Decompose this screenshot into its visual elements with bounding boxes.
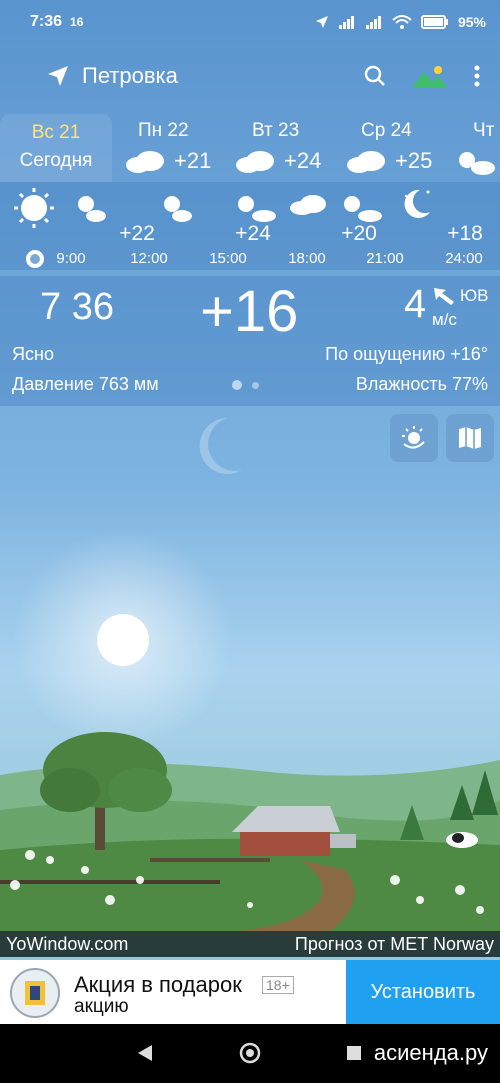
- map-button[interactable]: [446, 414, 494, 462]
- day-name: Вс 21: [31, 122, 81, 143]
- day-name: Вт 23: [252, 120, 300, 141]
- day-name: Ср 24: [361, 120, 412, 141]
- wind-speed: 4: [404, 282, 427, 326]
- credits-bar: YoWindow.com Прогноз от MET Norway: [0, 931, 500, 957]
- day-tab-wed[interactable]: Ср 24 +25: [345, 114, 445, 182]
- ad-logo-icon: [10, 968, 60, 1018]
- hourly-time: 18:00: [288, 250, 326, 267]
- wind-unit: м/с: [432, 310, 457, 329]
- cloudy-icon: [347, 151, 385, 173]
- sun-icon: [14, 188, 54, 228]
- day-tab-thu[interactable]: Чт: [455, 114, 500, 182]
- current-temperature: +16: [200, 279, 299, 344]
- moon-icon: [404, 189, 430, 218]
- humidity: Влажность 77%: [355, 374, 488, 394]
- hourly-temp: +22: [119, 222, 155, 245]
- signal-icon-2: [365, 16, 381, 29]
- back-icon[interactable]: [136, 1044, 154, 1062]
- yowindow-link[interactable]: YoWindow.com: [6, 934, 128, 955]
- wind-direction: ЮВ: [460, 286, 489, 305]
- day-temp: +24: [284, 148, 322, 173]
- page-dot-active: [232, 380, 242, 390]
- current-conditions-card[interactable]: 7 36 +16 4 ЮВ м/с Ясно По ощущению +16° …: [0, 276, 500, 406]
- location-arrow-icon: [48, 66, 68, 86]
- ad-subtitle: акцию: [74, 996, 129, 1017]
- location-arrow-icon: [315, 16, 328, 28]
- hourly-time: 12:00: [130, 250, 168, 267]
- notification-count: 16: [70, 15, 84, 29]
- home-icon[interactable]: [239, 1042, 261, 1064]
- status-time: 7:36: [30, 13, 63, 30]
- ad-age-rating: 18+: [262, 976, 294, 994]
- day-tab-mon[interactable]: Пн 22 +21: [124, 114, 224, 182]
- day-name: Пн 22: [138, 120, 189, 141]
- signal-icon: [338, 16, 354, 29]
- wind-direction-arrow-icon: [434, 288, 454, 305]
- day-tab-sun[interactable]: Вс 21 Сегодня: [0, 114, 112, 182]
- day-tab-tue[interactable]: Вт 23 +24: [234, 114, 334, 182]
- cloudy-icon: [236, 151, 274, 173]
- partly-sunny-icon: [164, 196, 192, 222]
- page-indicator: [232, 380, 259, 390]
- map-icon: [459, 427, 481, 449]
- day-name: Чт: [473, 120, 495, 141]
- hourly-time: 9:00: [56, 250, 86, 267]
- location-name: Петровка: [82, 63, 178, 88]
- partly-sunny-icon: [344, 196, 382, 222]
- battery-level: 95%: [457, 14, 486, 30]
- sun-moon-button[interactable]: [390, 414, 438, 462]
- partly-cloudy-icon: [459, 152, 495, 175]
- wifi-icon: [392, 15, 412, 29]
- install-button[interactable]: Установить: [346, 960, 500, 1024]
- hourly-time: 21:00: [366, 250, 404, 267]
- day-sub: Сегодня: [19, 150, 93, 171]
- page-dot: [252, 381, 259, 389]
- day-temp: +25: [395, 148, 433, 173]
- condition-text: Ясно: [12, 344, 54, 364]
- more-vert-icon[interactable]: [474, 65, 480, 87]
- cloudy-icon: [126, 151, 164, 173]
- app-bar: Петровка: [0, 52, 500, 100]
- cloudy-icon: [290, 195, 326, 215]
- hourly-forecast: +22 +24 +20 +18 9:00 12:00 15:00 18:00 2…: [0, 182, 500, 270]
- ad-banner[interactable]: Акция в подарок 18+ акцию Установить: [0, 960, 500, 1024]
- hourly-time: 15:00: [209, 250, 247, 267]
- system-nav-bar: асиенда.ру: [0, 1024, 500, 1083]
- ad-title: Акция в подарок: [74, 972, 242, 997]
- hourly-temp: +24: [235, 222, 271, 245]
- daily-forecast: Вс 21 Сегодня Пн 22 +21 Вт 23 +24 Ср 24 …: [0, 114, 500, 182]
- battery-icon: [420, 15, 448, 29]
- partly-sunny-icon: [238, 196, 276, 222]
- search-icon[interactable]: [364, 65, 386, 87]
- status-bar: 7:36 16 95%: [0, 0, 500, 44]
- day-temp: +21: [174, 148, 212, 173]
- sun-orbit-icon: [402, 426, 425, 449]
- partly-sunny-icon: [78, 196, 106, 222]
- watermark: асиенда.ру: [373, 1040, 488, 1065]
- status-icons: 95%: [315, 14, 486, 30]
- hourly-temp: +20: [341, 222, 377, 245]
- pressure: Давление 763 мм: [12, 374, 159, 394]
- hourly-temp: +18: [447, 222, 483, 245]
- forecast-source[interactable]: Прогноз от MET Norway: [295, 934, 494, 955]
- hourly-time: 24:00: [445, 250, 483, 267]
- local-time: 7 36: [40, 286, 114, 328]
- feels-like: По ощущению +16°: [325, 344, 488, 364]
- landscape-icon[interactable]: [412, 64, 448, 88]
- location-selector[interactable]: Петровка: [46, 63, 178, 89]
- recents-icon[interactable]: [346, 1045, 362, 1061]
